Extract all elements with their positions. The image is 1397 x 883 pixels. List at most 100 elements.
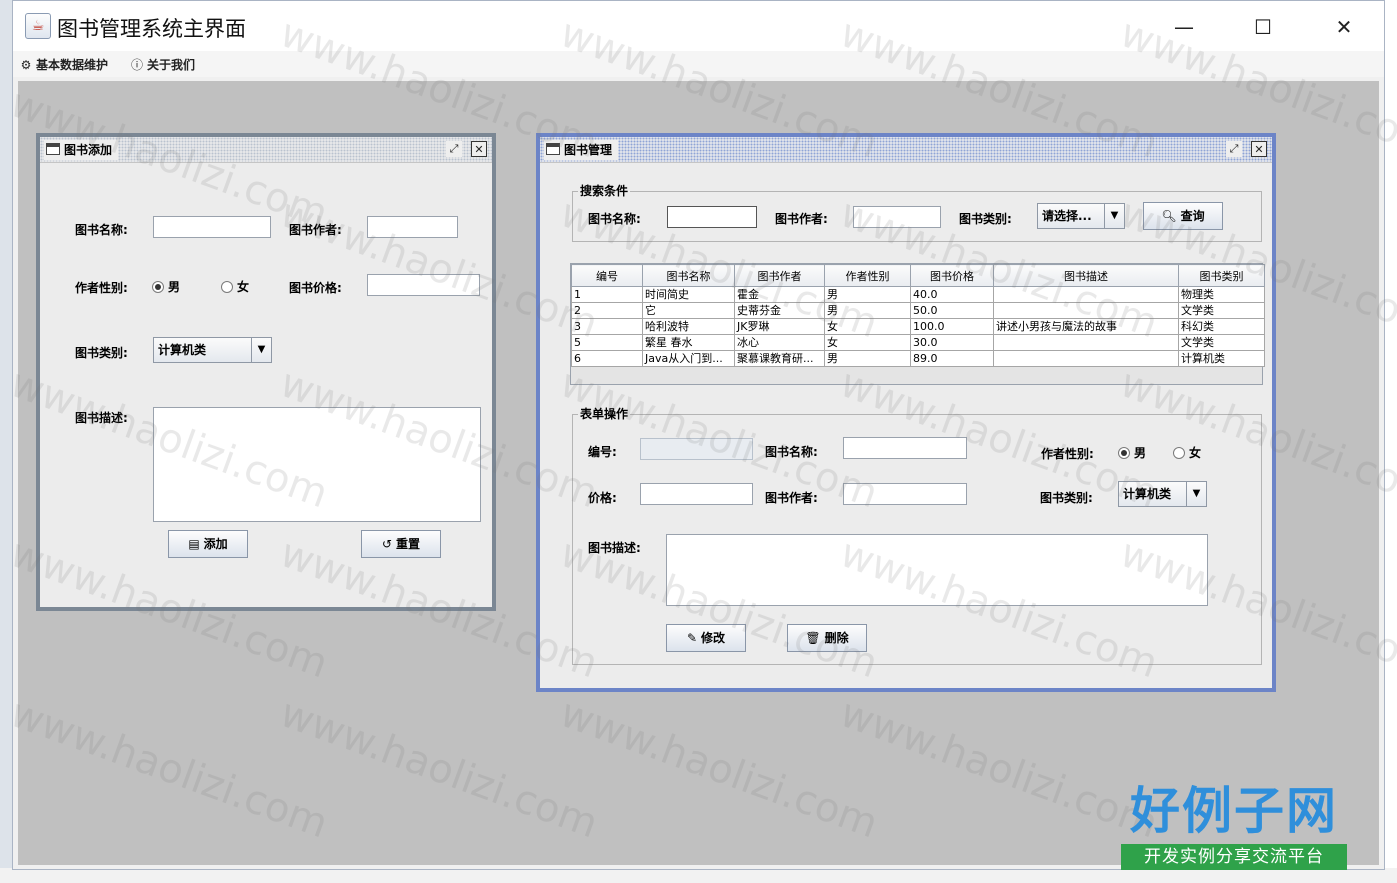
search-icon: 🔍︎ [1161, 209, 1177, 223]
book-manage-titlebar[interactable]: 图书管理 ⤢ ✕ [540, 137, 1272, 163]
table-cell: 100.0 [910, 318, 994, 335]
maximize-button[interactable]: ☐ [1240, 7, 1286, 47]
radio-selected-icon [1118, 447, 1130, 459]
close-button[interactable]: ✕ [1321, 7, 1367, 47]
form-gender-label: 作者性别: [1041, 447, 1094, 461]
book-manage-frame: 图书管理 ⤢ ✕ 搜索条件 图书名称: 图书作者: 图书类别: 请选择... ▼… [536, 133, 1276, 692]
menu-basic-data-label: 基本数据维护 [36, 58, 109, 72]
form-name-label: 图书名称: [765, 445, 818, 459]
add-price-input[interactable] [367, 274, 480, 296]
table-cell: 男 [824, 350, 911, 367]
frame-close-icon[interactable]: ✕ [1251, 141, 1267, 157]
column-header[interactable]: 图书类别 [1178, 264, 1265, 287]
table-cell: 计算机类 [1178, 350, 1265, 367]
edit-icon: ✎ [686, 631, 698, 645]
search-name-label: 图书名称: [588, 212, 641, 226]
search-name-input[interactable] [667, 206, 757, 228]
table-row[interactable]: 1 时间简史 霍金 男 40.0 物理类 [571, 286, 1265, 303]
column-header[interactable]: 图书描述 [993, 264, 1179, 287]
form-price-input[interactable] [640, 483, 753, 505]
table-cell: 89.0 [910, 350, 994, 367]
table-cell: 6 [571, 350, 643, 367]
minimize-button[interactable]: — [1161, 7, 1207, 47]
table-cell: 女 [824, 318, 911, 335]
table-cell: 文学类 [1178, 302, 1265, 319]
frame-restore-icon[interactable]: ⤢ [446, 141, 462, 157]
form-author-input[interactable] [843, 483, 967, 505]
delete-button[interactable]: 🗑︎ 删除 [787, 624, 867, 652]
table-cell: 它 [642, 302, 735, 319]
search-author-input[interactable] [853, 206, 941, 228]
chevron-down-icon: ▼ [1186, 482, 1206, 506]
column-header[interactable]: 图书价格 [910, 264, 994, 287]
column-header[interactable]: 编号 [571, 264, 643, 287]
window-title: 图书管理系统主界面 [57, 17, 246, 41]
radio-selected-icon [152, 281, 164, 293]
form-type-combo[interactable]: 计算机类 ▼ [1118, 481, 1207, 507]
form-price-label: 价格: [588, 491, 617, 505]
add-gender-male-radio[interactable]: 男 [152, 278, 180, 295]
add-price-label: 图书价格: [289, 281, 342, 295]
form-type-value: 计算机类 [1123, 487, 1172, 501]
book-add-titlebar[interactable]: 图书添加 ⤢ ✕ [40, 137, 492, 163]
table-cell [993, 334, 1179, 351]
form-desc-textarea[interactable] [666, 534, 1208, 606]
add-desc-textarea[interactable] [153, 407, 481, 522]
column-header[interactable]: 作者性别 [824, 264, 911, 287]
table-cell: 30.0 [910, 334, 994, 351]
main-window: ☕ 图书管理系统主界面 — ☐ ✕ ⚙ 基本数据维护 ⓘ 关于我们 图书添加 ⤢ ✕… [12, 0, 1385, 870]
table-cell: 霍金 [734, 286, 825, 303]
form-author-label: 图书作者: [765, 491, 818, 505]
gear-icon: ⚙ [20, 58, 32, 72]
chevron-down-icon: ▼ [251, 338, 271, 362]
add-button[interactable]: ▤ 添加 [168, 530, 248, 558]
add-name-label: 图书名称: [75, 223, 128, 237]
table-cell: 繁星 春水 [642, 334, 735, 351]
frame-restore-icon[interactable]: ⤢ [1226, 141, 1242, 157]
form-gender-male-radio[interactable]: 男 [1118, 444, 1146, 461]
menu-about-us-label: 关于我们 [147, 58, 196, 72]
form-gender-female-radio[interactable]: 女 [1173, 444, 1201, 461]
desktop-pane: 图书添加 ⤢ ✕ 图书名称: 图书作者: 作者性别: 男 女 图书价格: 图书类… [18, 81, 1379, 865]
form-id-label: 编号: [588, 445, 617, 459]
search-type-value: 请选择... [1042, 209, 1092, 223]
table-cell: 40.0 [910, 286, 994, 303]
table-cell: 3 [571, 318, 643, 335]
table-row[interactable]: 2 它 史蒂芬金 男 50.0 文学类 [571, 302, 1265, 319]
table-cell: 物理类 [1178, 286, 1265, 303]
frame-close-icon[interactable]: ✕ [471, 141, 487, 157]
menu-basic-data[interactable]: ⚙ 基本数据维护 [19, 56, 108, 74]
book-table-scrollpane[interactable]: 编号 图书名称 图书作者 作者性别 图书价格 图书描述 图书类别 1 时间简史 [570, 263, 1265, 385]
table-cell: 男 [824, 286, 911, 303]
modify-button[interactable]: ✎ 修改 [666, 624, 746, 652]
column-header[interactable]: 图书名称 [642, 264, 735, 287]
add-type-value: 计算机类 [158, 343, 207, 357]
add-author-input[interactable] [367, 216, 458, 238]
book-table: 编号 图书名称 图书作者 作者性别 图书价格 图书描述 图书类别 1 时间简史 [571, 264, 1265, 367]
java-app-icon: ☕ [25, 13, 51, 39]
add-gender-female-radio[interactable]: 女 [221, 278, 249, 295]
table-row[interactable]: 6 Java从入门到... 聚慕课教育研... 男 89.0 计算机类 [571, 350, 1265, 367]
table-row[interactable]: 3 哈利波特 JK罗琳 女 100.0 讲述小男孩与魔法的故事 科幻类 [571, 318, 1265, 335]
search-type-combo[interactable]: 请选择... ▼ [1037, 203, 1125, 229]
table-cell: 5 [571, 334, 643, 351]
column-header[interactable]: 图书作者 [734, 264, 825, 287]
form-id-input [640, 438, 753, 460]
add-type-label: 图书类别: [75, 346, 128, 360]
add-author-label: 图书作者: [289, 223, 342, 237]
add-desc-label: 图书描述: [75, 411, 128, 425]
reset-button[interactable]: ↺ 重置 [361, 530, 441, 558]
table-row[interactable]: 5 繁星 春水 冰心 女 30.0 文学类 [571, 334, 1265, 351]
form-name-input[interactable] [843, 437, 967, 459]
radio-unselected-icon [221, 281, 233, 293]
frame-icon [546, 143, 560, 155]
add-name-input[interactable] [153, 216, 271, 238]
add-type-combo[interactable]: 计算机类 ▼ [153, 337, 272, 363]
table-cell [993, 350, 1179, 367]
menu-about-us[interactable]: ⓘ 关于我们 [130, 56, 195, 74]
search-group-title: 搜索条件 [578, 183, 631, 199]
query-button[interactable]: 🔍︎ 查询 [1143, 202, 1223, 230]
table-cell: 男 [824, 302, 911, 319]
info-icon: ⓘ [130, 58, 143, 72]
table-cell: Java从入门到... [642, 350, 735, 367]
